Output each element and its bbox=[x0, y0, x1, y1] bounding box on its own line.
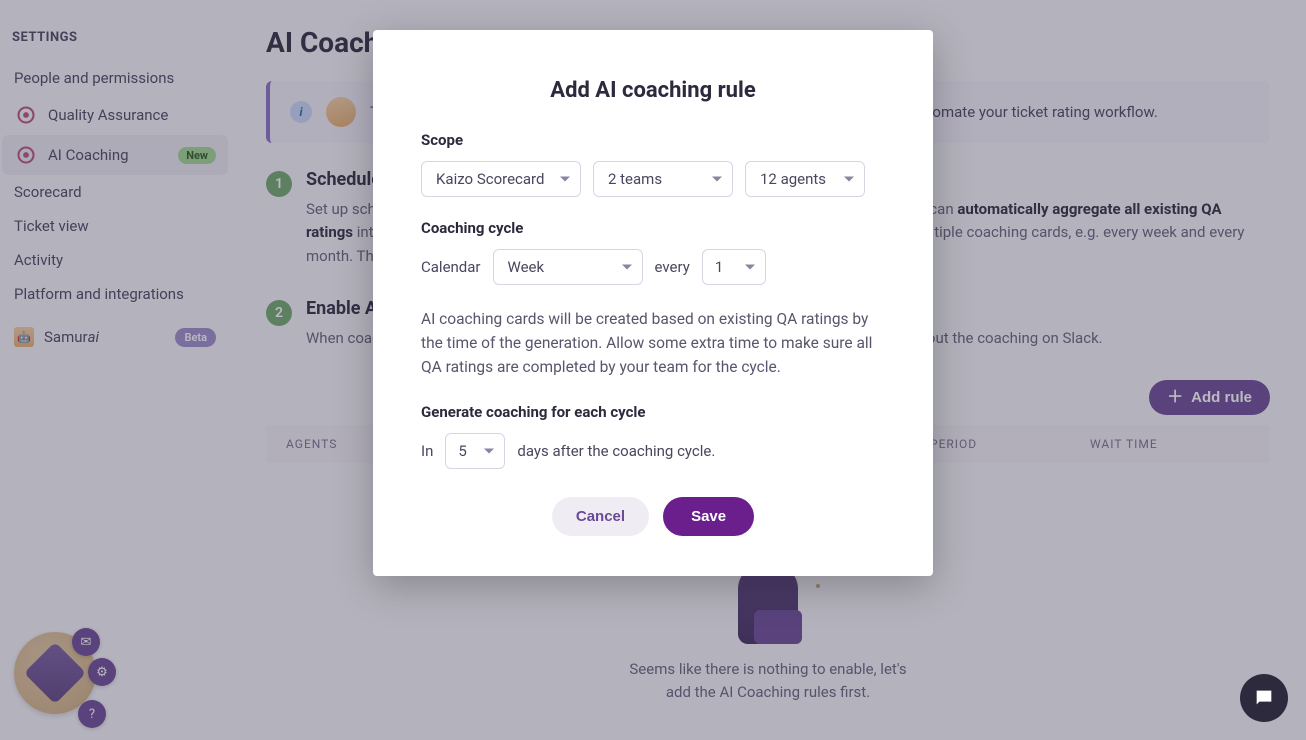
chevron-down-icon bbox=[712, 177, 722, 182]
every-select[interactable]: 1 bbox=[702, 249, 766, 285]
days-select[interactable]: 5 bbox=[445, 433, 505, 469]
chat-launcher[interactable] bbox=[1240, 674, 1288, 722]
modal-description: AI coaching cards will be created based … bbox=[421, 307, 885, 379]
every-label: every bbox=[655, 258, 690, 276]
scorecard-value: Kaizo Scorecard bbox=[436, 170, 544, 188]
in-label: In bbox=[421, 442, 433, 460]
chevron-down-icon bbox=[484, 449, 494, 454]
teams-value: 2 teams bbox=[608, 170, 662, 188]
chevron-down-icon bbox=[622, 265, 632, 270]
save-button[interactable]: Save bbox=[663, 497, 754, 536]
chevron-down-icon bbox=[560, 177, 570, 182]
period-value: Week bbox=[508, 258, 545, 276]
every-value: 1 bbox=[715, 258, 723, 276]
generate-label: Generate coaching for each cycle bbox=[421, 403, 885, 421]
scope-label: Scope bbox=[421, 131, 885, 149]
teams-select[interactable]: 2 teams bbox=[593, 161, 733, 197]
period-select[interactable]: Week bbox=[493, 249, 643, 285]
agents-select[interactable]: 12 agents bbox=[745, 161, 865, 197]
add-coaching-rule-modal: Add AI coaching rule Scope Kaizo Scoreca… bbox=[373, 30, 933, 576]
scorecard-select[interactable]: Kaizo Scorecard bbox=[421, 161, 581, 197]
modal-backdrop[interactable]: Add AI coaching rule Scope Kaizo Scoreca… bbox=[0, 0, 1306, 740]
days-after-label: days after the coaching cycle. bbox=[517, 442, 715, 460]
modal-title: Add AI coaching rule bbox=[421, 78, 885, 103]
days-value: 5 bbox=[458, 442, 466, 460]
chevron-down-icon bbox=[745, 265, 755, 270]
cancel-button[interactable]: Cancel bbox=[552, 497, 649, 536]
agents-value: 12 agents bbox=[760, 170, 826, 188]
chevron-down-icon bbox=[844, 177, 854, 182]
calendar-label: Calendar bbox=[421, 258, 481, 276]
chat-icon bbox=[1253, 687, 1275, 709]
coaching-cycle-label: Coaching cycle bbox=[421, 219, 885, 237]
